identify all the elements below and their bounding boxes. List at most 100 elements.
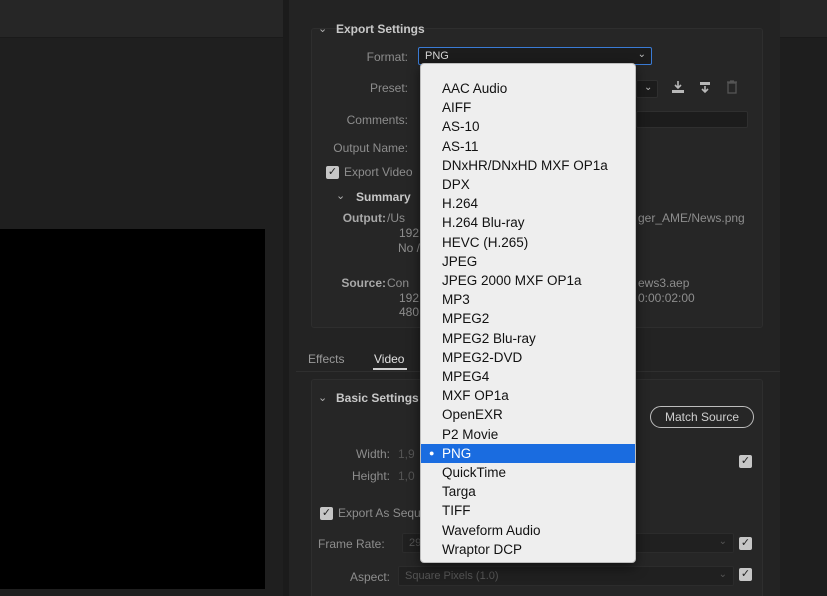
format-option-p2-movie[interactable]: P2 Movie <box>421 425 635 444</box>
panel-divider-right <box>780 0 827 596</box>
right-strip-toolbar <box>780 0 827 38</box>
chevron-down-icon[interactable]: ⌄ <box>336 189 345 202</box>
chevron-down-icon: ⌄ <box>644 82 653 93</box>
format-option-label: MPEG2 Blu-ray <box>442 330 536 346</box>
preset-label: Preset: <box>369 81 408 95</box>
format-option-label: QuickTime <box>442 465 507 480</box>
frame-rate-label: Frame Rate: <box>318 537 385 551</box>
format-option-tiff[interactable]: TIFF <box>421 501 635 520</box>
summary-output-line1: /Us <box>387 211 405 225</box>
format-select-value: PNG <box>425 50 449 62</box>
summary-output-line3: No / <box>398 241 421 255</box>
format-option-aac-audio[interactable]: AAC Audio <box>421 79 635 98</box>
format-dropdown-menu: AAC Audio AIFF AS-10 AS-11 DNxHR/DNxHD MXF O… <box>420 63 636 563</box>
export-settings-title: Export Settings <box>336 22 425 36</box>
download-icon[interactable] <box>670 79 686 98</box>
export-video-checkbox[interactable]: ✓ <box>326 166 339 179</box>
aspect-select[interactable]: Square Pixels (1.0) ⌄ <box>398 566 734 586</box>
format-option-h-264[interactable]: H.264 <box>421 194 635 213</box>
chevron-down-icon[interactable]: ⌄ <box>318 391 327 404</box>
summary-source-line3: 480 <box>399 305 420 319</box>
format-option-label: MP3 <box>442 292 470 308</box>
format-option-label: MPEG4 <box>442 369 490 384</box>
format-option-label: Targa <box>442 484 476 500</box>
trash-icon[interactable] <box>725 79 739 98</box>
tab-effects[interactable]: Effects <box>308 352 344 366</box>
format-option-mpeg2-dvd[interactable]: MPEG2-DVD <box>421 348 635 367</box>
constrain-checkbox[interactable]: ✓ <box>739 455 752 468</box>
format-option-label: H.264 Blu-ray <box>442 215 525 231</box>
selected-dot-icon: ● <box>429 447 435 458</box>
format-option-mpeg4[interactable]: MPEG4 <box>421 367 635 386</box>
export-as-sequence-checkbox[interactable]: ✓ <box>320 507 333 520</box>
summary-output-label: Output: <box>342 211 386 225</box>
frame-rate-checkbox[interactable]: ✓ <box>739 537 752 550</box>
format-option-as-11[interactable]: AS-11 <box>421 137 635 156</box>
export-video-label: Export Video <box>344 165 413 179</box>
format-option-label: OpenEXR <box>442 407 503 423</box>
format-option-aiff[interactable]: AIFF <box>421 98 635 117</box>
format-option-h-264-blu-ray[interactable]: H.264 Blu-ray <box>421 213 635 232</box>
format-option-label: DNxHR/DNxHD MXF OP1a <box>442 157 608 173</box>
preset-select[interactable]: ⌄ <box>636 80 658 98</box>
format-option-mxf-op1a[interactable]: MXF OP1a <box>421 386 635 405</box>
chevron-down-icon[interactable]: ⌄ <box>318 22 327 35</box>
height-label: Height: <box>351 469 390 483</box>
match-source-button[interactable]: Match Source <box>650 406 754 428</box>
summary-title: Summary <box>356 190 411 204</box>
format-option-wraptor-dcp[interactable]: Wraptor DCP <box>421 540 635 559</box>
format-option-jpeg-2000-mxf-op1a[interactable]: JPEG 2000 MXF OP1a <box>421 271 635 290</box>
import-icon[interactable] <box>697 79 713 98</box>
format-option-label: MPEG2 <box>442 311 490 327</box>
format-option-label: JPEG <box>442 253 478 269</box>
format-option-targa[interactable]: Targa <box>421 482 635 501</box>
summary-source-file: ews3.aep <box>638 276 690 290</box>
format-option-png[interactable]: ● PNG <box>421 443 635 463</box>
format-option-label: TIFF <box>442 503 471 519</box>
format-option-label: AS-10 <box>442 119 480 135</box>
format-option-label: P2 Movie <box>442 426 499 442</box>
comments-label: Comments: <box>346 113 408 127</box>
summary-source-line1: Con <box>387 276 410 290</box>
format-option-mp3[interactable]: MP3 <box>421 290 635 309</box>
format-option-waveform-audio[interactable]: Waveform Audio <box>421 521 635 540</box>
format-option-hevc-h-265[interactable]: HEVC (H.265) <box>421 233 635 252</box>
summary-output-path: ger_AME/News.png <box>638 211 745 225</box>
summary-source-label: Source: <box>341 276 386 290</box>
width-label: Width: <box>355 447 390 461</box>
summary-output-line2: 192 <box>399 226 420 240</box>
format-option-dpx[interactable]: DPX <box>421 175 635 194</box>
format-option-label: Wraptor DCP <box>442 541 523 557</box>
format-option-mpeg2-blu-ray[interactable]: MPEG2 Blu-ray <box>421 329 635 348</box>
aspect-label: Aspect: <box>349 570 390 584</box>
format-option-label: Waveform Audio <box>442 522 541 538</box>
format-option-jpeg[interactable]: JPEG <box>421 252 635 271</box>
format-label: Format: <box>366 50 408 64</box>
video-preview <box>0 229 265 589</box>
format-option-as-10[interactable]: AS-10 <box>421 117 635 136</box>
chevron-down-icon: ⌄ <box>637 49 646 60</box>
source-monitor-toolbar <box>0 0 283 38</box>
format-option-label: AAC Audio <box>442 81 508 96</box>
width-value[interactable]: 1,9 <box>398 447 415 461</box>
format-option-dnxhr-dnxhd-mxf-op1a[interactable]: DNxHR/DNxHD MXF OP1a <box>421 156 635 175</box>
format-option-label: MPEG2-DVD <box>442 349 523 365</box>
basic-settings-title: Basic Settings <box>336 391 419 405</box>
format-option-openexr[interactable]: OpenEXR <box>421 405 635 424</box>
summary-source-line2: 192 <box>399 291 420 305</box>
format-option-label: PNG <box>442 445 472 461</box>
format-option-label: HEVC (H.265) <box>442 234 529 250</box>
format-option-label: JPEG 2000 MXF OP1a <box>442 273 582 288</box>
chevron-down-icon: ⌄ <box>718 536 727 547</box>
format-option-label: H.264 <box>442 196 479 212</box>
height-value[interactable]: 1,0 <box>398 469 415 483</box>
active-tab-indicator <box>373 368 407 370</box>
comments-input[interactable] <box>636 111 748 128</box>
tab-video[interactable]: Video <box>374 352 404 366</box>
format-option-quicktime[interactable]: QuickTime <box>421 463 635 482</box>
format-option-mpeg2[interactable]: MPEG2 <box>421 309 635 328</box>
aspect-value: Square Pixels (1.0) <box>405 570 499 582</box>
output-name-label: Output Name: <box>333 141 408 155</box>
summary-source-duration: 0:00:02:00 <box>638 291 695 305</box>
aspect-checkbox[interactable]: ✓ <box>739 568 752 581</box>
